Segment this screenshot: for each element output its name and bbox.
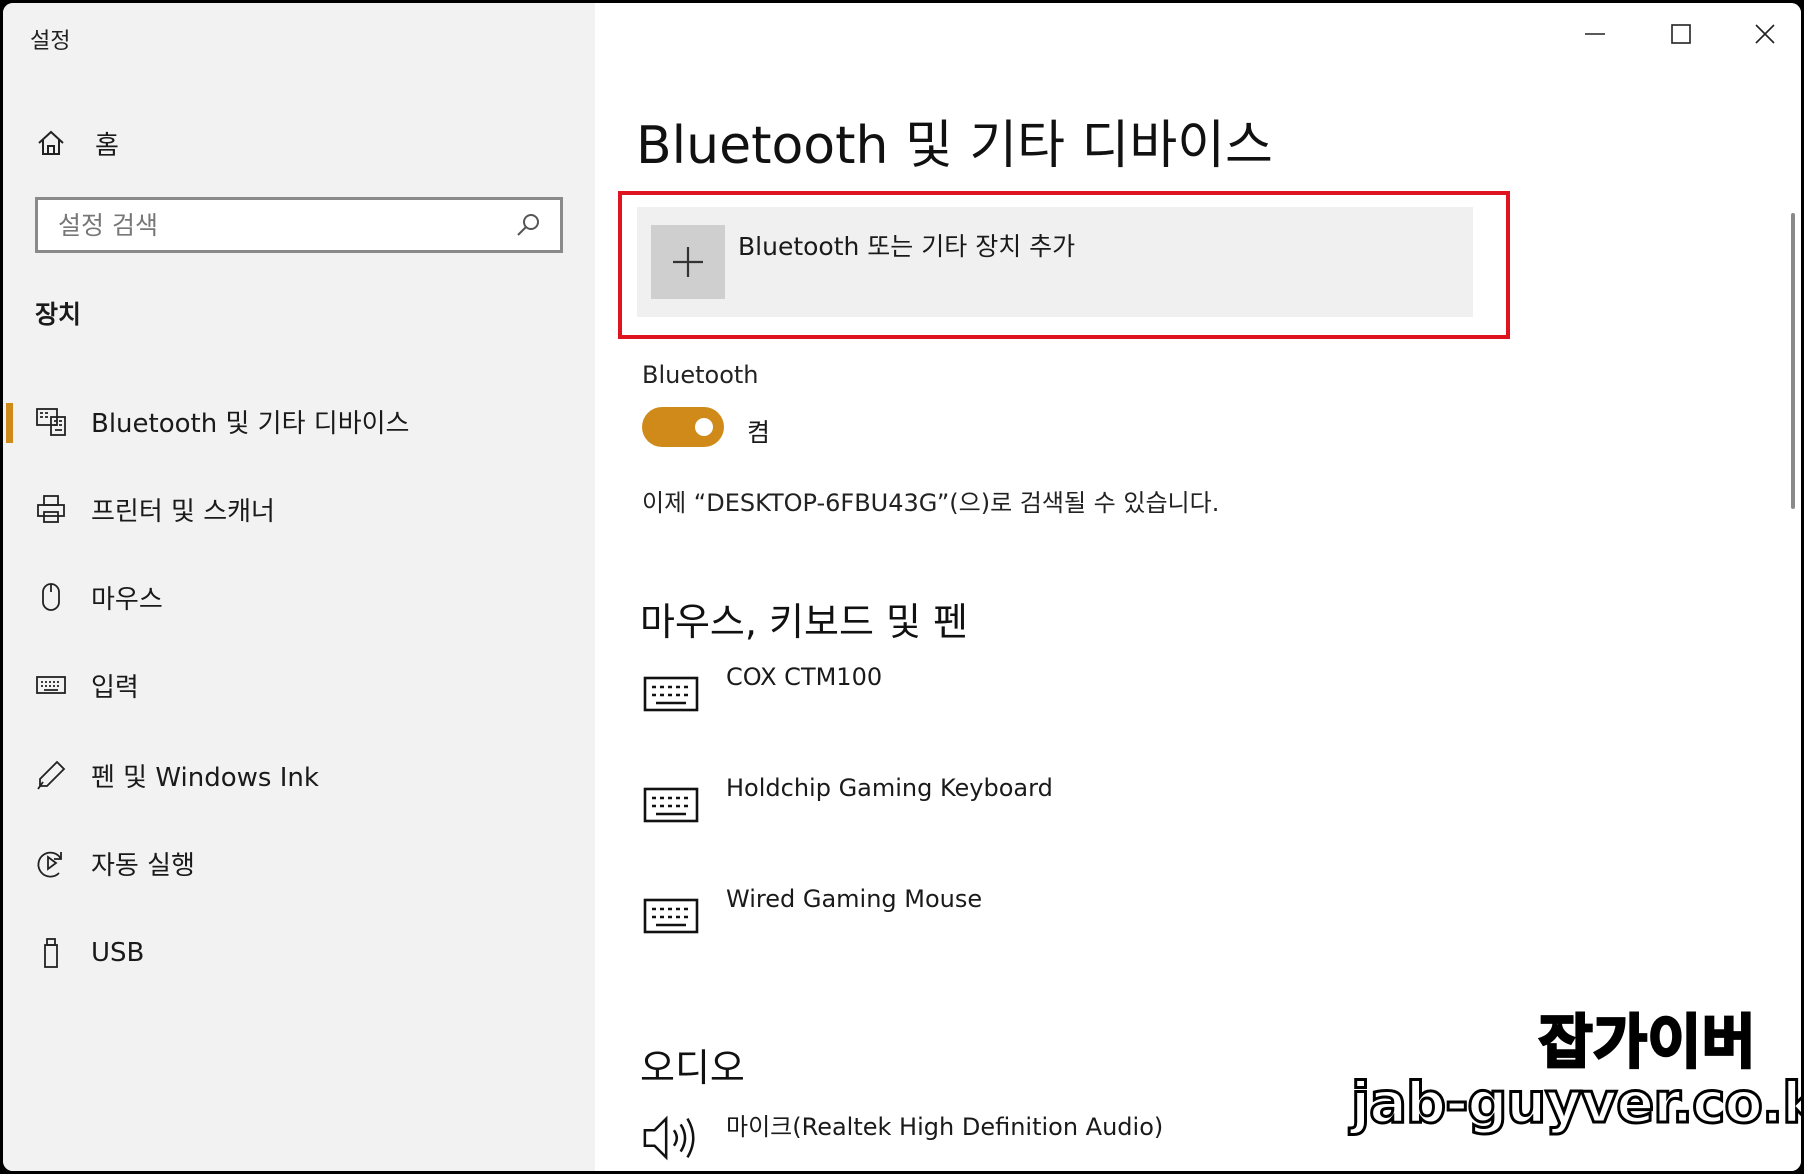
close-button[interactable]	[1735, 13, 1795, 59]
maximize-button[interactable]	[1651, 13, 1711, 59]
sidebar-item-label: Bluetooth 및 기타 디바이스	[91, 408, 410, 439]
device-item[interactable]: 마이크(Realtek High Definition Audio)	[641, 1107, 1341, 1167]
sidebar-item-label: 펜 및 Windows Ink	[91, 762, 319, 793]
discoverable-text: 이제 “DESKTOP-6FBU43G”(으)로 검색될 수 있습니다.	[642, 489, 1220, 517]
speaker-icon	[641, 1113, 701, 1163]
app-title: 설정	[30, 29, 71, 54]
device-name: 마이크(Realtek High Definition Audio)	[726, 1113, 1164, 1141]
device-item[interactable]: Wired Gaming Mouse	[641, 885, 1341, 945]
bluetooth-toggle[interactable]	[642, 407, 724, 447]
sidebar-item-label: 자동 실행	[91, 850, 195, 881]
settings-search[interactable]	[35, 197, 563, 253]
device-name: Holdchip Gaming Keyboard	[726, 774, 1053, 802]
section-heading-audio: 오디오	[640, 1046, 745, 1090]
minimize-button[interactable]	[1565, 13, 1625, 59]
sidebar-item-typing[interactable]: 입력	[3, 655, 595, 715]
sidebar-item-label: 입력	[91, 672, 139, 703]
sidebar-item-bluetooth[interactable]: Bluetooth 및 기타 디바이스	[3, 391, 595, 451]
minimize-icon	[1584, 23, 1606, 49]
selected-indicator	[6, 403, 13, 443]
scrollbar[interactable]	[1791, 213, 1795, 509]
highlight-box	[618, 191, 1510, 339]
window-frame: 설정 홈 장치	[3, 3, 1801, 1171]
keyboard-icon	[33, 667, 69, 703]
device-item[interactable]: Holdchip Gaming Keyboard	[641, 774, 1341, 834]
toggle-state-label: 켬	[747, 418, 771, 447]
sidebar-item-mouse[interactable]: 마우스	[3, 567, 595, 627]
home-nav-item[interactable]: 홈	[33, 123, 119, 163]
settings-window: 설정 홈 장치	[0, 0, 1804, 1174]
page-title: Bluetooth 및 기타 디바이스	[636, 116, 1273, 176]
section-title: 장치	[35, 300, 82, 329]
sidebar-item-label: 마우스	[91, 584, 163, 615]
sidebar-item-autoplay[interactable]: 자동 실행	[3, 833, 595, 893]
home-icon	[33, 125, 69, 161]
autoplay-icon	[33, 845, 69, 881]
keyboard-icon	[641, 780, 701, 830]
usb-icon	[33, 935, 69, 971]
sidebar-item-printers[interactable]: 프린터 및 스캐너	[3, 479, 595, 539]
sidebar: 설정 홈 장치	[3, 3, 595, 1171]
device-item[interactable]: COX CTM100	[641, 663, 1341, 723]
bluetooth-devices-icon	[33, 403, 69, 439]
home-label: 홈	[95, 130, 119, 161]
bluetooth-label: Bluetooth	[642, 361, 759, 389]
keyboard-icon	[641, 669, 701, 719]
pen-icon	[33, 757, 69, 793]
sidebar-item-label: USB	[91, 938, 145, 968]
device-name: Wired Gaming Mouse	[726, 885, 983, 913]
search-input[interactable]	[38, 200, 508, 250]
mouse-icon	[33, 579, 69, 615]
device-name: COX CTM100	[726, 663, 883, 691]
printer-icon	[33, 491, 69, 527]
toggle-knob	[695, 418, 713, 436]
search-icon[interactable]	[508, 205, 548, 245]
maximize-icon	[1670, 23, 1692, 49]
keyboard-icon	[641, 891, 701, 941]
sidebar-item-pen[interactable]: 펜 및 Windows Ink	[3, 745, 595, 805]
sidebar-item-usb[interactable]: USB	[3, 923, 595, 983]
watermark-url: jab-guyver.co.kr	[1350, 1070, 1801, 1138]
watermark-title: 잡가이버	[1537, 1007, 1757, 1078]
section-heading-input-devices: 마우스, 키보드 및 펜	[640, 600, 968, 644]
close-icon	[1754, 23, 1776, 49]
sidebar-item-label: 프린터 및 스캐너	[91, 496, 275, 527]
